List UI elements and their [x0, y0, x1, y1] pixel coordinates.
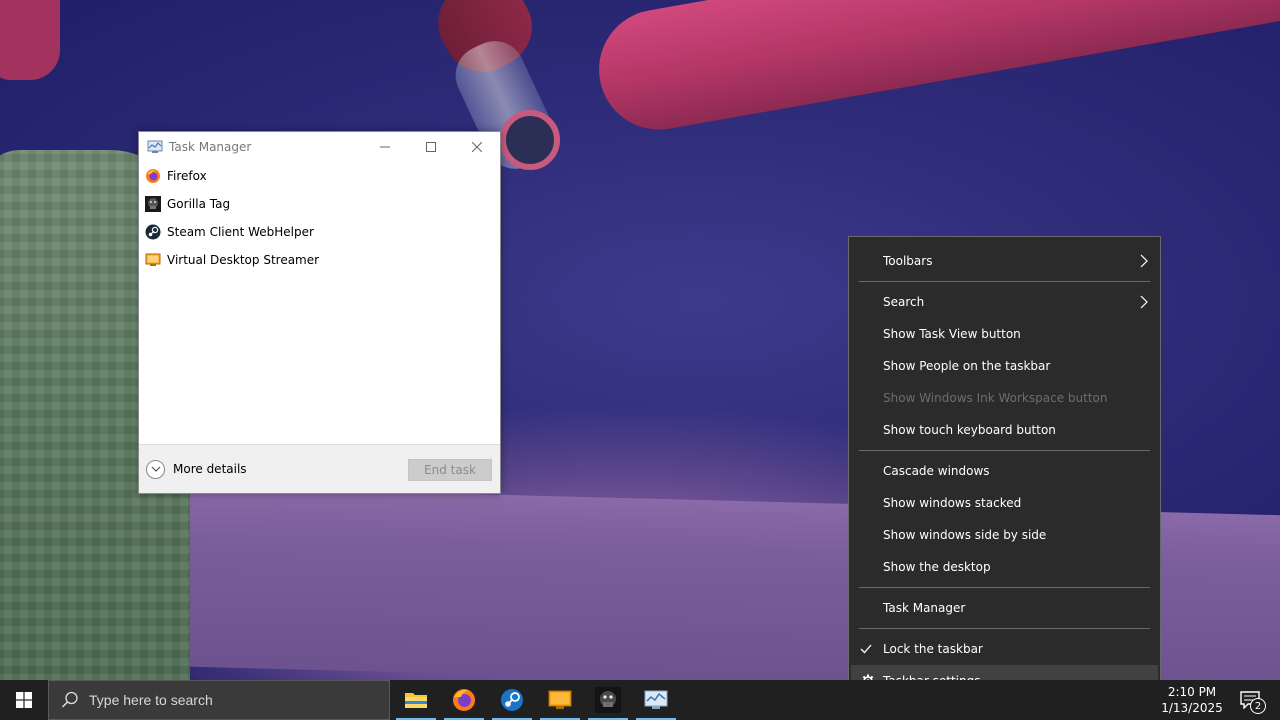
search-placeholder: Type here to search — [89, 692, 213, 708]
end-task-button[interactable]: End task — [408, 459, 492, 481]
firefox-icon — [146, 169, 160, 183]
game-pink-tube — [589, 0, 1280, 140]
taskbar-app-file-explorer[interactable] — [392, 680, 440, 720]
game-pink-corner — [0, 0, 60, 80]
app-list-item-firefox[interactable]: Firefox — [139, 162, 500, 190]
menu-item-show-ink-workspace: Show Windows Ink Workspace button — [883, 391, 1108, 405]
menu-item-lock-taskbar[interactable]: Lock the taskbar — [849, 633, 1160, 665]
app-list: Firefox Gorilla Tag Steam Client WebHelp… — [139, 162, 500, 274]
clock-time: 2:10 PM — [1167, 685, 1217, 699]
task-manager-window: Task Manager Firefox Gorilla Tag Steam C… — [138, 131, 501, 494]
menu-item-show-touch-keyboard[interactable]: Show touch keyboard button — [849, 414, 1160, 446]
task-manager-icon — [644, 690, 668, 709]
file-explorer-icon — [405, 693, 427, 708]
taskbar-app-virtual-desktop[interactable] — [536, 680, 584, 720]
close-icon — [472, 142, 482, 152]
menu-item-search[interactable]: Search — [849, 286, 1160, 318]
gorilla-tag-icon — [145, 196, 161, 212]
taskbar-search-box[interactable]: Type here to search — [48, 680, 390, 720]
steam-icon — [145, 224, 161, 240]
taskbar-app-gorilla-tag[interactable] — [584, 680, 632, 720]
notification-count-badge: 2 — [1250, 698, 1266, 714]
menu-item-windows-side-by-side[interactable]: Show windows side by side — [849, 519, 1160, 551]
taskbar-pinned-apps — [392, 680, 680, 720]
menu-item-show-desktop[interactable]: Show the desktop — [849, 551, 1160, 583]
menu-item-show-task-view[interactable]: Show Task View button — [849, 318, 1160, 350]
task-manager-footer: More details End task — [139, 444, 500, 493]
task-manager-icon — [147, 140, 163, 153]
checkmark-icon — [860, 644, 872, 654]
app-list-item-gorilla-tag[interactable]: Gorilla Tag — [139, 190, 500, 218]
gorilla-tag-icon — [595, 687, 621, 713]
menu-separator — [859, 628, 1150, 629]
chevron-down-icon — [146, 459, 165, 479]
menu-item-show-people[interactable]: Show People on the taskbar — [849, 350, 1160, 382]
more-details-button[interactable]: More details — [146, 459, 247, 479]
task-manager-titlebar[interactable]: Task Manager — [139, 132, 500, 162]
menu-item-cascade-windows[interactable]: Cascade windows — [849, 455, 1160, 487]
firefox-icon — [453, 689, 475, 711]
minimize-button[interactable] — [362, 132, 408, 162]
game-glass-ring — [500, 110, 560, 170]
chevron-right-icon — [1140, 254, 1148, 268]
maximize-button[interactable] — [408, 132, 454, 162]
taskbar-app-steam[interactable] — [488, 680, 536, 720]
taskbar: Type here to search 2:10 PM 1/13/2025 2 — [0, 680, 1280, 720]
menu-separator — [859, 587, 1150, 588]
taskbar-context-menu: Toolbars Search Show Task View button Sh… — [848, 236, 1161, 704]
virtual-desktop-icon — [548, 690, 572, 709]
app-list-item-virtual-desktop[interactable]: Virtual Desktop Streamer — [139, 246, 500, 274]
clock-date: 1/13/2025 — [1161, 701, 1223, 715]
menu-separator — [859, 281, 1150, 282]
menu-separator — [859, 450, 1150, 451]
taskbar-app-firefox[interactable] — [440, 680, 488, 720]
menu-item-task-manager[interactable]: Task Manager — [849, 592, 1160, 624]
search-icon — [61, 691, 78, 708]
taskbar-app-task-manager[interactable] — [632, 680, 680, 720]
action-center-button[interactable]: 2 — [1230, 680, 1270, 720]
chevron-right-icon — [1140, 295, 1148, 309]
windows-logo-icon — [16, 692, 32, 708]
menu-item-windows-stacked[interactable]: Show windows stacked — [849, 487, 1160, 519]
virtual-desktop-icon — [145, 253, 161, 266]
app-list-item-steam[interactable]: Steam Client WebHelper — [139, 218, 500, 246]
system-clock[interactable]: 2:10 PM 1/13/2025 — [1161, 680, 1223, 720]
steam-icon — [501, 689, 523, 711]
window-title: Task Manager — [169, 140, 252, 154]
maximize-icon — [426, 142, 436, 152]
menu-item-toolbars[interactable]: Toolbars — [849, 245, 1160, 277]
start-button[interactable] — [0, 680, 48, 720]
minimize-icon — [380, 146, 390, 148]
close-button[interactable] — [454, 132, 500, 162]
